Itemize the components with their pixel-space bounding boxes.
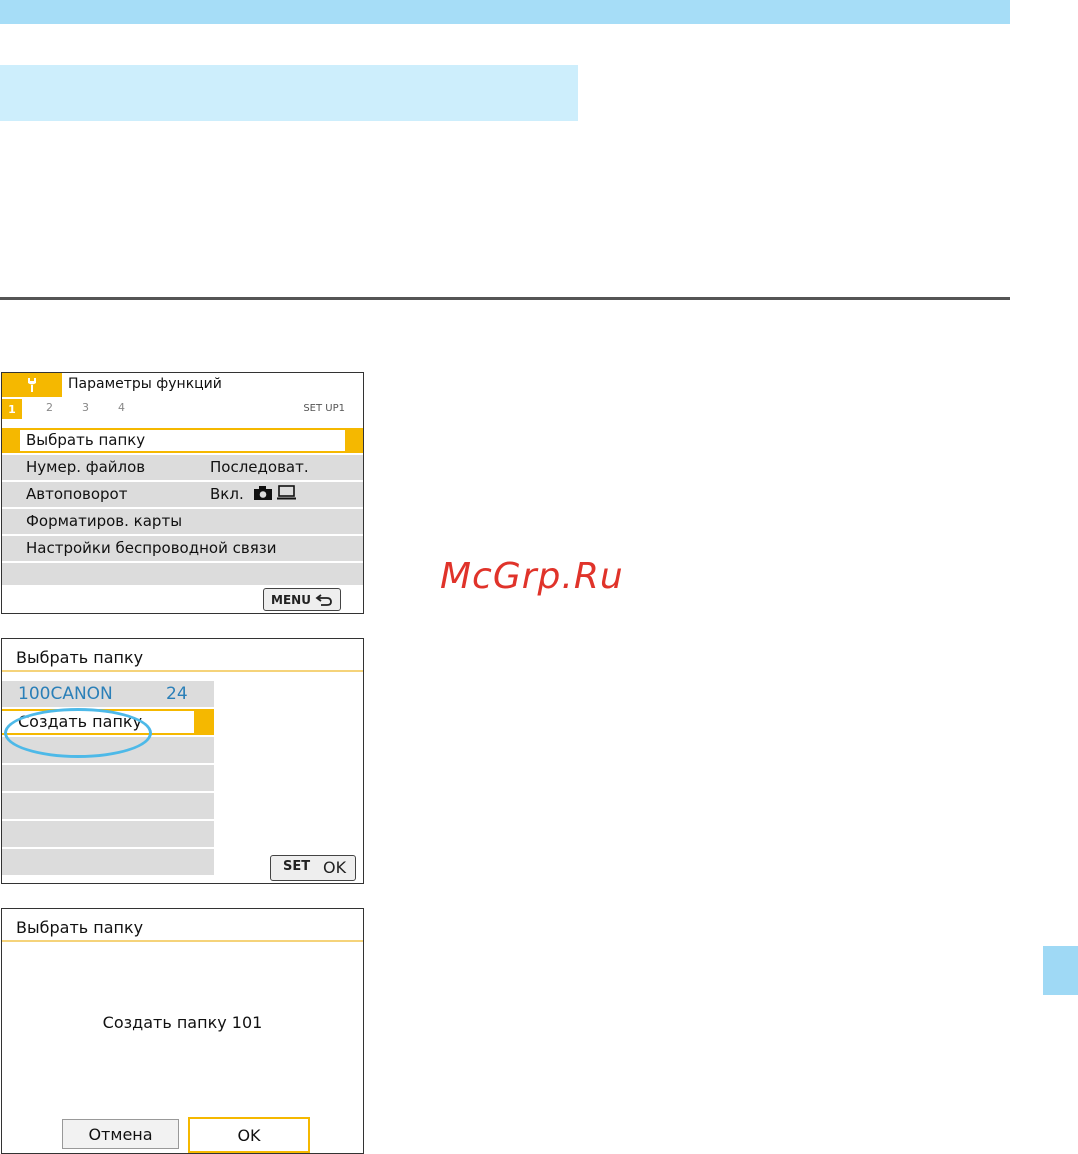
menu-item-file-numbering[interactable]: Нумер. файлов Последоват. bbox=[2, 455, 363, 482]
folder-name: 100CANON bbox=[18, 684, 113, 704]
section-heading-band bbox=[0, 65, 578, 121]
folder-item-100canon[interactable]: 100CANON 24 bbox=[2, 681, 214, 709]
screen-title: Выбрать папку bbox=[16, 648, 144, 667]
menu-item-label: Автоповорот bbox=[26, 485, 128, 503]
screen-title: Выбрать папку bbox=[16, 918, 144, 937]
menu-item-label: Настройки беспроводной связи bbox=[26, 539, 277, 557]
menu-button-label: MENU bbox=[271, 592, 311, 607]
subtab-4[interactable]: 4 bbox=[118, 401, 125, 414]
subtab-3[interactable]: 3 bbox=[82, 401, 89, 414]
list-item bbox=[2, 765, 214, 793]
list-item bbox=[2, 821, 214, 849]
cancel-button[interactable]: Отмена bbox=[62, 1119, 179, 1149]
return-arrow-icon bbox=[315, 593, 332, 606]
menu-item-wireless[interactable]: Настройки беспроводной связи bbox=[2, 536, 363, 563]
chapter-side-tab bbox=[1043, 946, 1078, 995]
computer-icon bbox=[277, 485, 297, 500]
subtab-2[interactable]: 2 bbox=[46, 401, 53, 414]
menu-header: Параметры функций bbox=[2, 373, 363, 397]
title-underline bbox=[2, 670, 363, 672]
menu-item-label: Нумер. файлов bbox=[26, 458, 146, 476]
menu-item-select-folder[interactable]: Выбрать папку bbox=[2, 428, 363, 455]
tab-code: SET UP1 bbox=[303, 403, 345, 414]
menu-item-label: Форматиров. карты bbox=[26, 512, 183, 530]
menu-item-label: Выбрать папку bbox=[26, 431, 146, 449]
section-divider bbox=[0, 297, 1010, 300]
watermark: McGrp.Ru bbox=[440, 556, 624, 597]
list-item bbox=[2, 849, 214, 877]
menu-title: Параметры функций bbox=[68, 376, 222, 392]
menu-item-auto-rotate[interactable]: Автоповорот Вкл. bbox=[2, 482, 363, 509]
menu-footer: MENU bbox=[2, 585, 363, 613]
subtab-1[interactable]: 1 bbox=[2, 399, 22, 419]
menu-subtabs: 1 2 3 4 SET UP1 bbox=[2, 397, 363, 421]
settings-menu-screen: Параметры функций 1 2 3 4 SET UP1 Выбрат… bbox=[1, 372, 364, 614]
set-value-label: OK bbox=[323, 858, 347, 877]
setup-wrench-icon[interactable] bbox=[2, 373, 62, 397]
menu-item-value: Последоват. bbox=[210, 458, 309, 476]
set-ok-button[interactable]: SET OK bbox=[270, 855, 356, 881]
menu-item-value: Вкл. bbox=[210, 485, 297, 503]
highlight-oval bbox=[4, 708, 152, 758]
set-key-label: SET bbox=[283, 859, 311, 874]
title-underline bbox=[2, 940, 363, 942]
folder-count: 24 bbox=[166, 684, 188, 704]
camera-icon bbox=[253, 486, 272, 500]
wrench-icon bbox=[28, 378, 36, 392]
dialog-message: Создать папку 101 bbox=[102, 1013, 263, 1032]
select-folder-screen: Выбрать папку 100CANON 24 Создать папку … bbox=[1, 638, 364, 884]
create-folder-dialog: Выбрать папку Создать папку 101 Отмена O… bbox=[1, 908, 364, 1154]
ok-button[interactable]: OK bbox=[188, 1117, 310, 1153]
list-item bbox=[2, 793, 214, 821]
menu-back-button[interactable]: MENU bbox=[263, 588, 341, 611]
top-color-bar bbox=[0, 0, 1010, 24]
auto-rotate-value: Вкл. bbox=[210, 485, 244, 503]
menu-item-format-card[interactable]: Форматиров. карты bbox=[2, 509, 363, 536]
